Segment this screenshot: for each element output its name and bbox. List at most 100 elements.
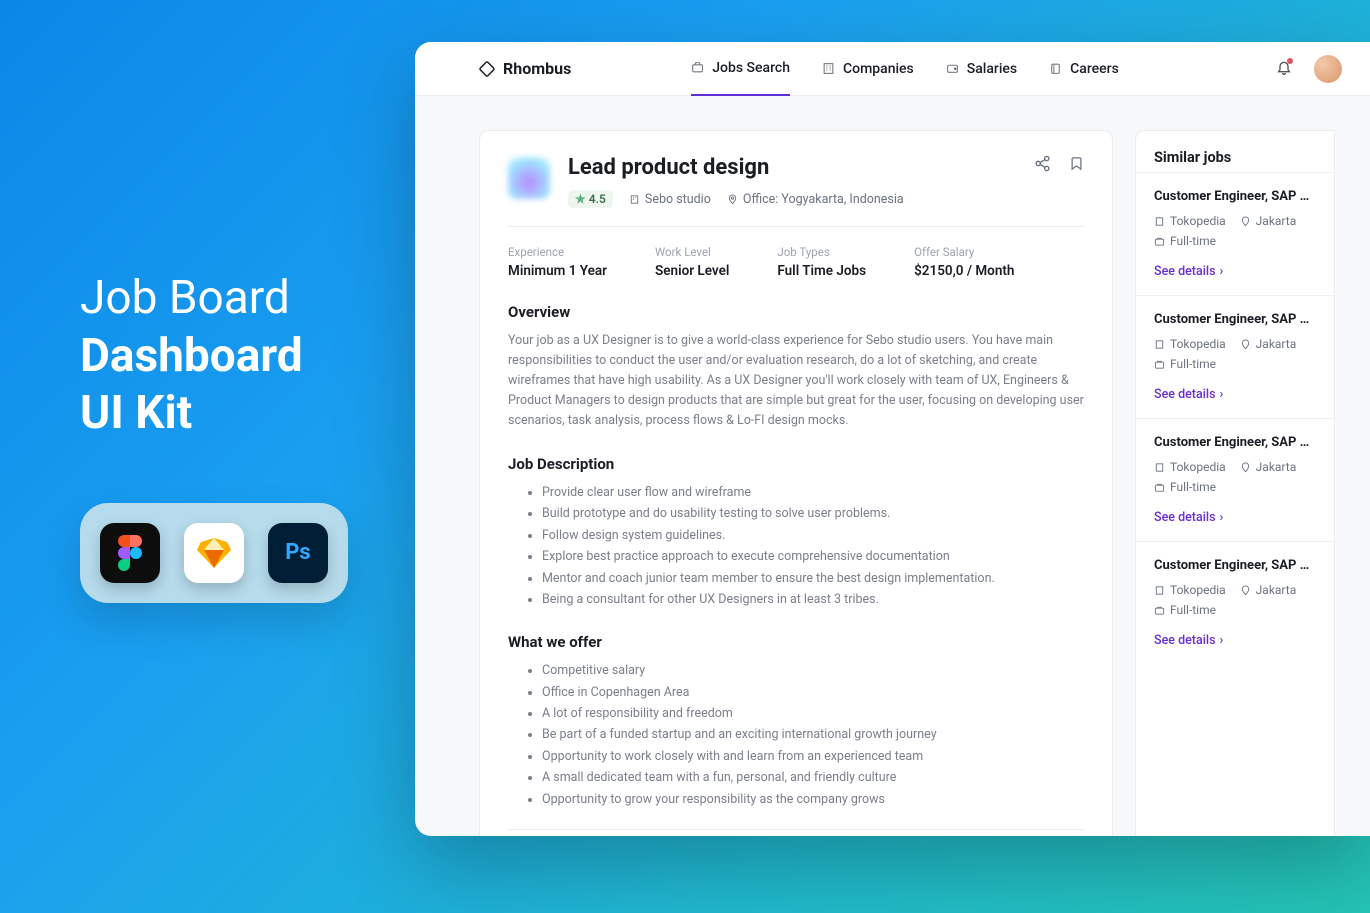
stat-label: Work Level <box>655 245 729 259</box>
similar-location: Jakarta <box>1240 214 1297 228</box>
similar-job-item: Customer Engineer, SAP Spec… Tokopedia J… <box>1136 295 1334 418</box>
building-icon <box>822 62 835 75</box>
company-logo <box>508 157 550 199</box>
similar-location: Jakarta <box>1240 583 1297 597</box>
location-text: Office: Yogyakarta, Indonesia <box>743 192 904 207</box>
stat-label: Job Types <box>777 245 866 259</box>
wallet-icon <box>946 62 959 75</box>
similar-type: Full-time <box>1154 603 1216 617</box>
similar-company: Tokopedia <box>1154 460 1226 474</box>
stat-experience: Experience Minimum 1 Year <box>508 245 607 279</box>
book-icon <box>1049 62 1062 75</box>
stat-level: Work Level Senior Level <box>655 245 729 279</box>
list-item: Explore best practice approach to execut… <box>542 547 1084 566</box>
nav-item-label: Jobs Search <box>712 60 790 76</box>
briefcase-icon <box>1154 359 1165 370</box>
list-item: Provide clear user flow and wireframe <box>542 483 1084 502</box>
overview-text: Your job as a UX Designer is to give a w… <box>508 331 1084 431</box>
rating-value: 4.5 <box>589 192 606 206</box>
building-icon <box>1154 462 1165 473</box>
similar-job-title: Customer Engineer, SAP Spec… <box>1154 558 1316 573</box>
similar-job-title: Customer Engineer, SAP Spec… <box>1154 435 1316 450</box>
similar-company: Tokopedia <box>1154 214 1226 228</box>
notification-dot <box>1287 58 1293 64</box>
job-detail-card: Lead product design ★ 4.5 Sebo studio <box>479 130 1113 836</box>
stat-salary: Offer Salary $2150,0 / Month <box>914 245 1014 279</box>
overview-heading: Overview <box>508 303 1084 321</box>
star-icon: ★ <box>575 192 586 206</box>
briefcase-icon <box>1154 605 1165 616</box>
notifications-button[interactable] <box>1276 59 1292 79</box>
job-title: Lead product design <box>568 155 1016 180</box>
content: Lead product design ★ 4.5 Sebo studio <box>415 96 1370 836</box>
stats-row: Experience Minimum 1 Year Work Level Sen… <box>508 245 1084 279</box>
location-icon <box>1240 462 1251 473</box>
list-item: Mentor and coach junior team member to e… <box>542 569 1084 588</box>
building-icon <box>1154 339 1165 350</box>
rating-chip: ★ 4.5 <box>568 190 613 208</box>
stat-value: Senior Level <box>655 263 729 279</box>
chevron-right-icon: › <box>1220 510 1224 525</box>
bookmark-button[interactable] <box>1069 155 1084 208</box>
brand[interactable]: Rhombus <box>479 59 571 78</box>
location-icon <box>1240 216 1251 227</box>
chevron-right-icon: › <box>1220 633 1224 648</box>
nav-jobs-search[interactable]: Jobs Search <box>691 42 790 96</box>
briefcase-icon <box>1154 236 1165 247</box>
building-icon <box>1154 216 1165 227</box>
promo-line-2: Dashboard <box>80 329 303 383</box>
share-icon <box>1034 155 1051 172</box>
stat-type: Job Types Full Time Jobs <box>777 245 866 279</box>
promo-heading: Job Board Dashboard UI Kit <box>80 270 348 443</box>
similar-type: Full-time <box>1154 234 1216 248</box>
share-button[interactable] <box>1034 155 1051 208</box>
promo-panel: Job Board Dashboard UI Kit Ps <box>80 270 348 603</box>
job-meta-row: ★ 4.5 Sebo studio Office: Yogyakarta, In… <box>568 190 1016 208</box>
nav-item-label: Companies <box>843 61 914 77</box>
similar-job-title: Customer Engineer, SAP Spec… <box>1154 189 1316 204</box>
tool-tray: Ps <box>80 503 348 603</box>
list-item: A small dedicated team with a fun, perso… <box>542 768 1084 787</box>
company-meta: Sebo studio <box>629 192 711 207</box>
see-details-link[interactable]: See details› <box>1154 264 1223 279</box>
see-details-link[interactable]: See details› <box>1154 387 1223 402</box>
avatar[interactable] <box>1314 55 1342 83</box>
stat-label: Experience <box>508 245 607 259</box>
footer-row: Are you Interested in this Jobs? Contact… <box>508 829 1084 836</box>
description-heading: Job Description <box>508 455 1084 473</box>
offer-list: Competitive salary Office in Copenhagen … <box>508 661 1084 809</box>
similar-type: Full-time <box>1154 480 1216 494</box>
nav-companies[interactable]: Companies <box>822 42 914 96</box>
promo-line-1: Job Board <box>80 271 290 325</box>
list-item: Opportunity to grow your responsibility … <box>542 790 1084 809</box>
similar-type: Full-time <box>1154 357 1216 371</box>
similar-job-item: Customer Engineer, SAP Spec… Tokopedia J… <box>1136 172 1334 295</box>
see-details-link[interactable]: See details› <box>1154 633 1223 648</box>
list-item: A lot of responsibility and freedom <box>542 704 1084 723</box>
promo-line-3: UI Kit <box>80 386 192 440</box>
see-details-link[interactable]: See details› <box>1154 510 1223 525</box>
job-header: Lead product design ★ 4.5 Sebo studio <box>508 155 1084 208</box>
list-item: Follow design system guidelines. <box>542 526 1084 545</box>
list-item: Opportunity to work closely with and lea… <box>542 747 1084 766</box>
list-item: Be part of a funded startup and an excit… <box>542 725 1084 744</box>
nav-salaries[interactable]: Salaries <box>946 42 1017 96</box>
offer-heading: What we offer <box>508 633 1084 651</box>
nav-careers[interactable]: Careers <box>1049 42 1119 96</box>
nav-item-label: Salaries <box>967 61 1017 77</box>
brand-name: Rhombus <box>503 59 571 78</box>
list-item: Build prototype and do usability testing… <box>542 504 1084 523</box>
company-name: Sebo studio <box>645 192 711 207</box>
nav-item-label: Careers <box>1070 61 1119 77</box>
bookmark-icon <box>1069 155 1084 172</box>
sketch-icon <box>184 523 244 583</box>
similar-job-title: Customer Engineer, SAP Spec… <box>1154 312 1316 327</box>
location-meta: Office: Yogyakarta, Indonesia <box>727 192 904 207</box>
similar-job-item: Customer Engineer, SAP Spec… Tokopedia J… <box>1136 541 1334 664</box>
divider <box>508 226 1084 227</box>
briefcase-icon <box>1154 482 1165 493</box>
brand-logo-icon <box>479 61 495 77</box>
similar-job-item: Customer Engineer, SAP Spec… Tokopedia J… <box>1136 418 1334 541</box>
location-icon <box>727 194 738 205</box>
stat-value: Minimum 1 Year <box>508 263 607 279</box>
